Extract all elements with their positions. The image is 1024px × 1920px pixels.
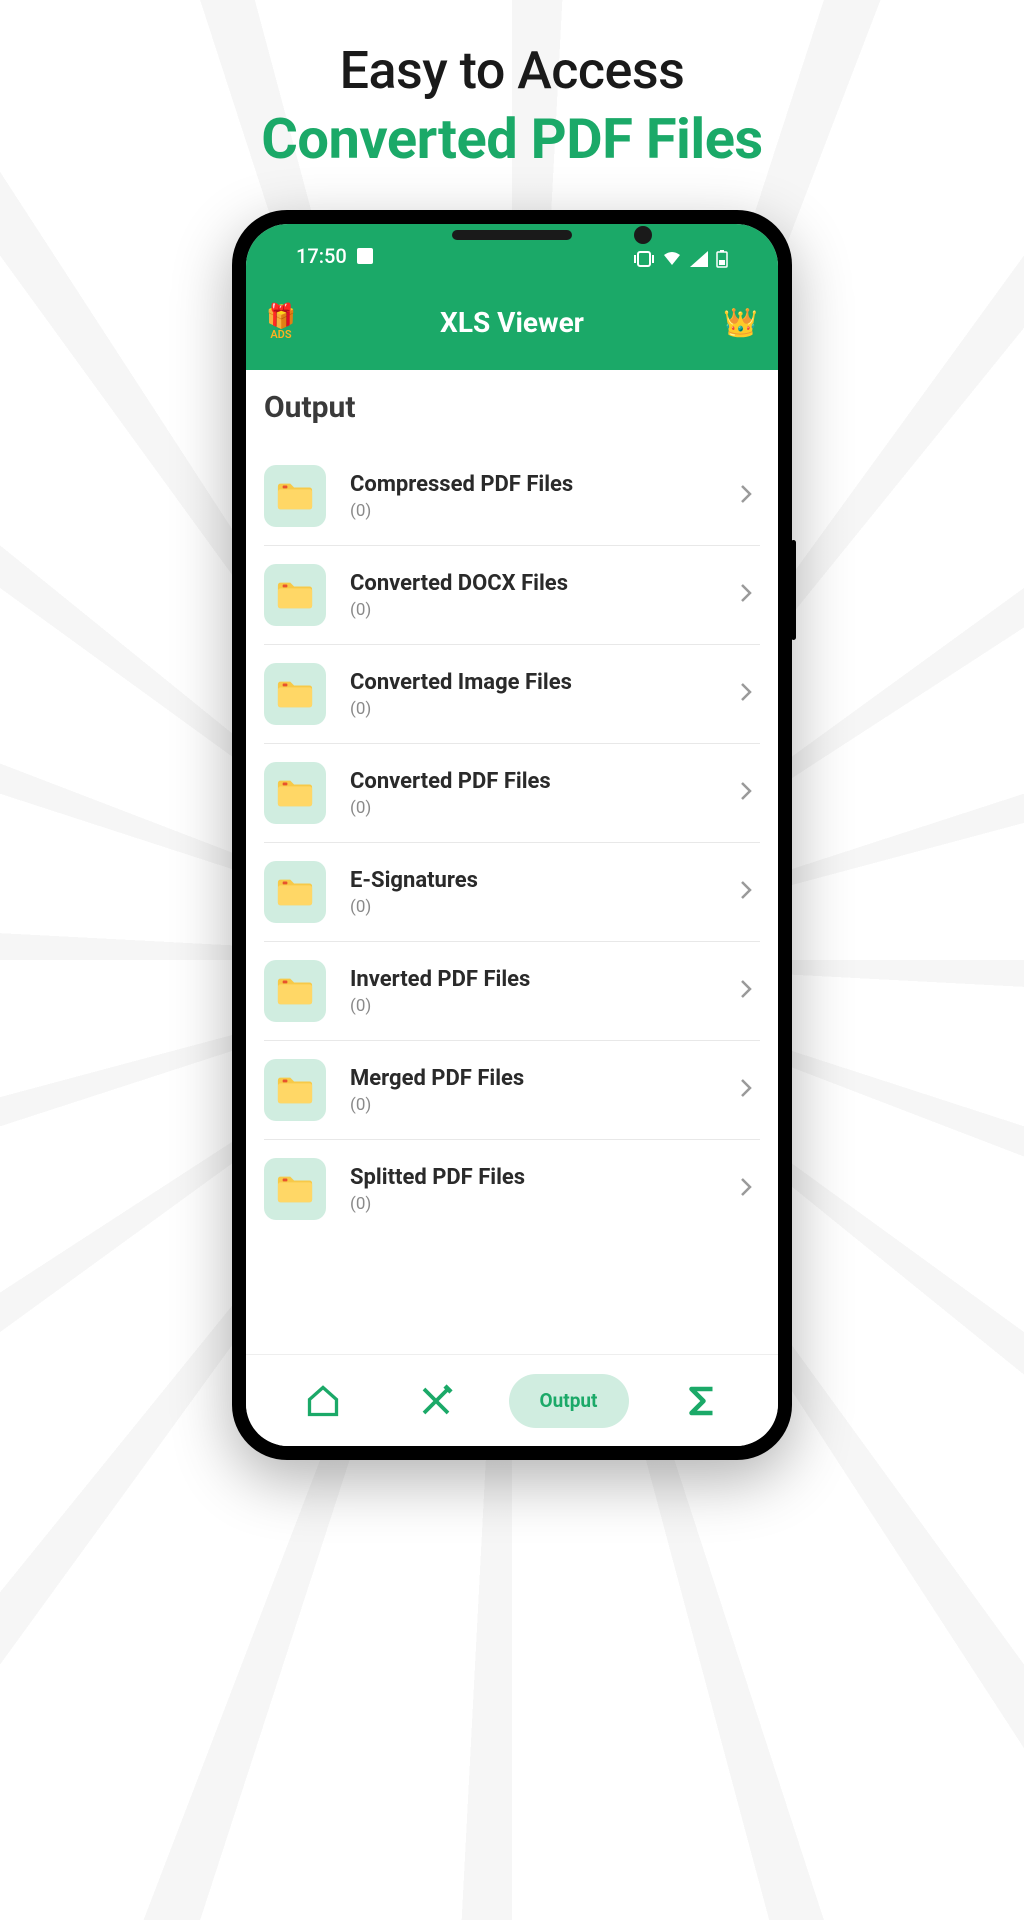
square-icon xyxy=(357,248,373,264)
phone-screen: 17:50 🎁 ADS XLS Viewer 👑 Output xyxy=(246,224,778,1446)
folder-icon xyxy=(264,861,326,923)
sigma-icon xyxy=(684,1383,720,1419)
folder-item[interactable]: Inverted PDF Files (0) xyxy=(264,942,760,1041)
status-icons xyxy=(634,250,728,268)
vibrate-icon xyxy=(634,251,654,267)
battery-icon xyxy=(716,250,728,268)
section-title: Output xyxy=(264,390,760,425)
status-time-group: 17:50 xyxy=(296,244,373,268)
nav-output[interactable]: Output xyxy=(509,1374,629,1428)
folder-item[interactable]: E-Signatures (0) xyxy=(264,843,760,942)
bottom-nav: Output xyxy=(246,1354,778,1446)
folder-list: Compressed PDF Files (0) Converted DOCX … xyxy=(264,447,760,1238)
chevron-right-icon xyxy=(740,779,760,807)
folder-item[interactable]: Merged PDF Files (0) xyxy=(264,1041,760,1140)
folder-name: Compressed PDF Files xyxy=(350,472,716,497)
folder-info: Splitted PDF Files (0) xyxy=(350,1165,716,1214)
folder-info: Inverted PDF Files (0) xyxy=(350,967,716,1016)
content-area: Output Compressed PDF Files (0) Converte… xyxy=(246,370,778,1354)
folder-count: (0) xyxy=(350,996,716,1016)
folder-info: E-Signatures (0) xyxy=(350,868,716,917)
folder-name: Converted PDF Files xyxy=(350,769,716,794)
phone-frame: 17:50 🎁 ADS XLS Viewer 👑 Output xyxy=(232,210,792,1460)
crown-icon[interactable]: 👑 xyxy=(723,306,758,339)
folder-item[interactable]: Converted Image Files (0) xyxy=(264,645,760,744)
app-title: XLS Viewer xyxy=(440,306,584,339)
folder-icon xyxy=(264,564,326,626)
nav-home[interactable] xyxy=(283,1374,363,1428)
folder-item[interactable]: Converted PDF Files (0) xyxy=(264,744,760,843)
folder-name: Splitted PDF Files xyxy=(350,1165,716,1190)
folder-info: Merged PDF Files (0) xyxy=(350,1066,716,1115)
folder-count: (0) xyxy=(350,897,716,917)
ads-button[interactable]: 🎁 ADS xyxy=(266,304,296,341)
marketing-line-1: Easy to Access xyxy=(0,40,1024,101)
status-time: 17:50 xyxy=(296,244,347,268)
folder-info: Converted Image Files (0) xyxy=(350,670,716,719)
folder-icon xyxy=(264,663,326,725)
marketing-header: Easy to Access Converted PDF Files xyxy=(0,0,1024,172)
folder-icon xyxy=(264,1059,326,1121)
phone-speaker xyxy=(452,230,572,240)
gift-icon: 🎁 xyxy=(266,304,296,328)
ads-label: ADS xyxy=(270,328,291,341)
folder-name: E-Signatures xyxy=(350,868,716,893)
home-icon xyxy=(305,1383,341,1419)
folder-item[interactable]: Converted DOCX Files (0) xyxy=(264,546,760,645)
folder-name: Converted DOCX Files xyxy=(350,571,716,596)
folder-count: (0) xyxy=(350,1095,716,1115)
folder-info: Compressed PDF Files (0) xyxy=(350,472,716,521)
phone-side-button xyxy=(791,540,796,640)
chevron-right-icon xyxy=(740,977,760,1005)
folder-count: (0) xyxy=(350,501,716,521)
tools-icon xyxy=(418,1383,454,1419)
folder-name: Converted Image Files xyxy=(350,670,716,695)
folder-icon xyxy=(264,762,326,824)
chevron-right-icon xyxy=(740,482,760,510)
folder-name: Inverted PDF Files xyxy=(350,967,716,992)
folder-icon xyxy=(264,960,326,1022)
app-header: 🎁 ADS XLS Viewer 👑 xyxy=(246,274,778,370)
signal-icon xyxy=(690,251,708,267)
marketing-line-2: Converted PDF Files xyxy=(0,106,1024,172)
folder-item[interactable]: Compressed PDF Files (0) xyxy=(264,447,760,546)
nav-sigma[interactable] xyxy=(662,1374,742,1428)
folder-info: Converted DOCX Files (0) xyxy=(350,571,716,620)
chevron-right-icon xyxy=(740,1175,760,1203)
folder-count: (0) xyxy=(350,699,716,719)
folder-icon xyxy=(264,1158,326,1220)
folder-item[interactable]: Splitted PDF Files (0) xyxy=(264,1140,760,1238)
folder-count: (0) xyxy=(350,1194,716,1214)
chevron-right-icon xyxy=(740,1076,760,1104)
phone-camera xyxy=(634,226,652,244)
wifi-icon xyxy=(662,251,682,267)
folder-icon xyxy=(264,465,326,527)
nav-output-label: Output xyxy=(540,1389,598,1412)
folder-info: Converted PDF Files (0) xyxy=(350,769,716,818)
chevron-right-icon xyxy=(740,680,760,708)
folder-count: (0) xyxy=(350,600,716,620)
folder-count: (0) xyxy=(350,798,716,818)
folder-name: Merged PDF Files xyxy=(350,1066,716,1091)
nav-tools[interactable] xyxy=(396,1374,476,1428)
chevron-right-icon xyxy=(740,878,760,906)
chevron-right-icon xyxy=(740,581,760,609)
